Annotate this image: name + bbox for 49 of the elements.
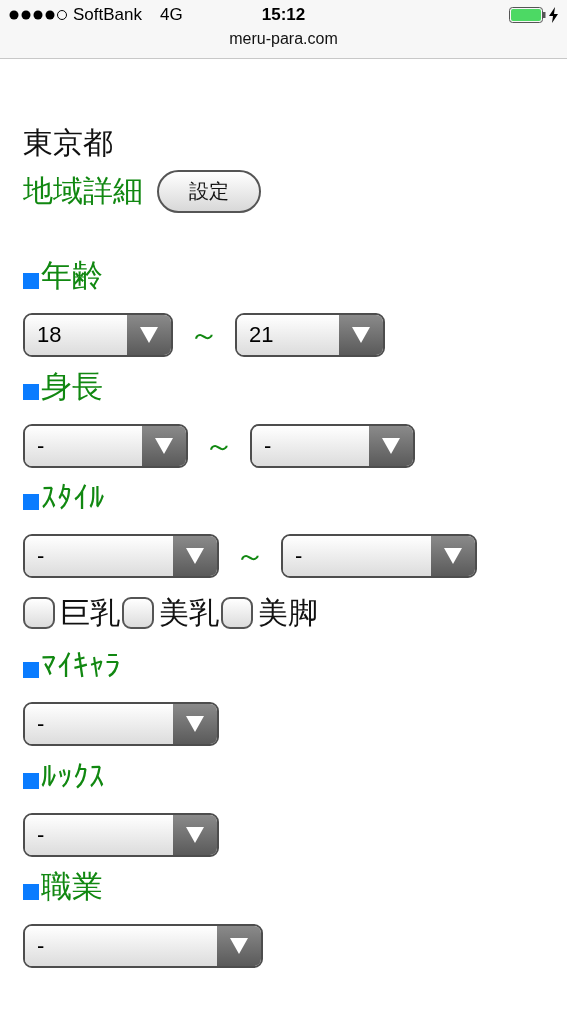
dropdown[interactable]: - xyxy=(23,924,263,968)
battery-icon xyxy=(509,7,546,23)
dropdown-arrow-icon xyxy=(186,716,204,732)
range-separator: ～ xyxy=(189,320,219,350)
dropdown-arrow-icon xyxy=(155,438,173,454)
dropdown-arrow-icon xyxy=(382,438,400,454)
checkbox[interactable] xyxy=(221,597,253,629)
section-heading: 身長 xyxy=(41,367,103,406)
dropdown[interactable]: - xyxy=(23,424,188,468)
checkbox-label[interactable]: 美乳 xyxy=(159,592,219,634)
checkbox-label[interactable]: 巨乳 xyxy=(60,592,120,634)
dropdown-arrow-icon xyxy=(444,548,462,564)
range-separator: ～ xyxy=(204,431,234,461)
dropdown-arrow-icon xyxy=(186,548,204,564)
dropdown-arrow-icon xyxy=(140,327,158,343)
bullet-square-icon xyxy=(23,662,39,678)
dropdown-arrow-icon xyxy=(352,327,370,343)
section-heading: ﾏｲｷｬﾗ xyxy=(41,647,121,683)
section-heading: ｽﾀｲﾙ xyxy=(41,479,105,515)
bullet-square-icon xyxy=(23,494,39,510)
dropdown[interactable]: - xyxy=(250,424,415,468)
charging-icon xyxy=(549,7,558,23)
dropdown[interactable]: - xyxy=(23,534,219,578)
bullet-square-icon xyxy=(23,773,39,789)
dropdown[interactable]: 18 xyxy=(23,313,173,357)
dropdown[interactable]: - xyxy=(23,813,219,857)
network-type: 4G xyxy=(160,5,183,25)
section-heading: 年齢 xyxy=(41,256,103,295)
section-heading: ﾙｯｸｽ xyxy=(41,758,105,794)
url-text[interactable]: meru-para.com xyxy=(229,30,338,47)
dropdown[interactable]: 21 xyxy=(235,313,385,357)
bullet-square-icon xyxy=(23,273,39,289)
dropdown-arrow-icon xyxy=(186,827,204,843)
checkbox-label[interactable]: 美脚 xyxy=(258,592,318,634)
bullet-square-icon xyxy=(23,884,39,900)
settings-button[interactable]: 設定 xyxy=(157,169,261,213)
prefecture-value: 東京都 xyxy=(23,125,113,160)
section-heading: 職業 xyxy=(41,867,103,906)
dropdown[interactable]: - xyxy=(23,702,219,746)
carrier-name: SoftBank xyxy=(73,5,142,25)
checkbox[interactable] xyxy=(23,597,55,629)
bullet-square-icon xyxy=(23,384,39,400)
clock-time: 15:12 xyxy=(261,5,306,24)
dropdown-arrow-icon xyxy=(230,938,248,954)
region-detail-label: 地域詳細 xyxy=(23,171,143,210)
dropdown[interactable]: - xyxy=(281,534,477,578)
range-separator: ～ xyxy=(235,541,265,571)
checkbox[interactable] xyxy=(122,597,154,629)
signal-icon xyxy=(9,9,67,21)
